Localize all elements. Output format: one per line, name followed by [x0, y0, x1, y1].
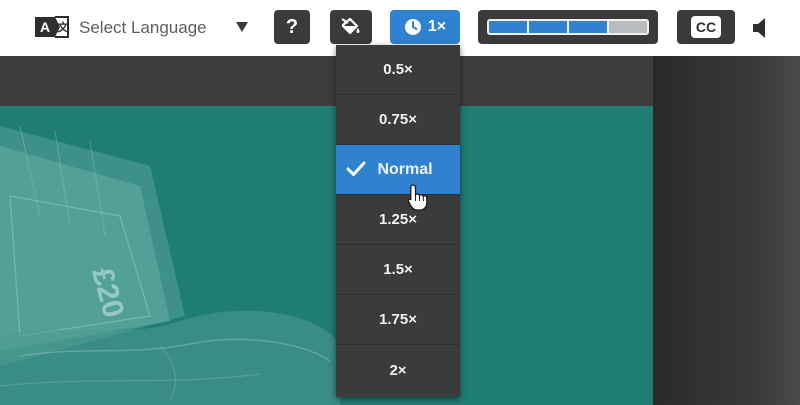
paint-bucket-icon — [341, 17, 360, 35]
stage-right-panel — [653, 56, 800, 405]
speed-option-0.5[interactable]: 0.5× — [336, 45, 460, 95]
speed-option-label: Normal — [377, 160, 433, 178]
speed-option-1.5[interactable]: 1.5× — [336, 245, 460, 295]
closed-captions-button[interactable]: CC — [677, 10, 735, 44]
speaker-icon[interactable] — [752, 16, 772, 40]
speed-option-label: 1.25× — [379, 211, 417, 228]
playback-speed-button[interactable]: 1× — [390, 10, 460, 44]
playback-speed-label: 1× — [427, 18, 447, 35]
progress-bar — [487, 19, 649, 35]
svg-text:A: A — [40, 19, 50, 35]
speed-option-label: 2× — [389, 361, 407, 379]
progress-segment — [609, 21, 647, 33]
speed-option-label: 1.5× — [383, 261, 413, 278]
speed-option-normal[interactable]: Normal — [336, 145, 460, 195]
speed-option-1.75[interactable]: 1.75× — [336, 295, 460, 345]
speed-option-1.25[interactable]: 1.25× — [336, 195, 460, 245]
slide-image: £20 — [0, 106, 653, 405]
clock-icon — [404, 19, 421, 35]
speed-option-label: 1.75× — [379, 311, 417, 328]
speed-option-0.75[interactable]: 0.75× — [336, 95, 460, 145]
translate-icon[interactable]: A 文 — [34, 15, 70, 39]
help-button[interactable]: ? — [274, 10, 310, 44]
playback-speed-menu: 0.5× 0.75× Normal 1.25× 1.5× 1.75× 2× — [336, 45, 460, 397]
caret-down-icon[interactable] — [235, 21, 249, 33]
cc-label: CC — [690, 16, 722, 38]
checkmark-icon — [346, 161, 366, 176]
progress-segment — [489, 21, 529, 33]
progress-segment — [569, 21, 609, 33]
help-button-label: ? — [285, 15, 299, 38]
hand-pointer-cursor-icon — [407, 184, 428, 211]
theme-button[interactable] — [330, 10, 372, 44]
speed-option-label: 0.75× — [379, 111, 417, 128]
speed-option-label: 0.5× — [383, 61, 413, 78]
language-select-label[interactable]: Select Language — [79, 17, 207, 39]
banknotes-in-hand-image: £20 — [0, 106, 653, 405]
progress-segment — [529, 21, 569, 33]
progress-button[interactable] — [478, 10, 658, 44]
speed-option-2[interactable]: 2× — [336, 345, 460, 395]
svg-text:文: 文 — [58, 20, 70, 34]
